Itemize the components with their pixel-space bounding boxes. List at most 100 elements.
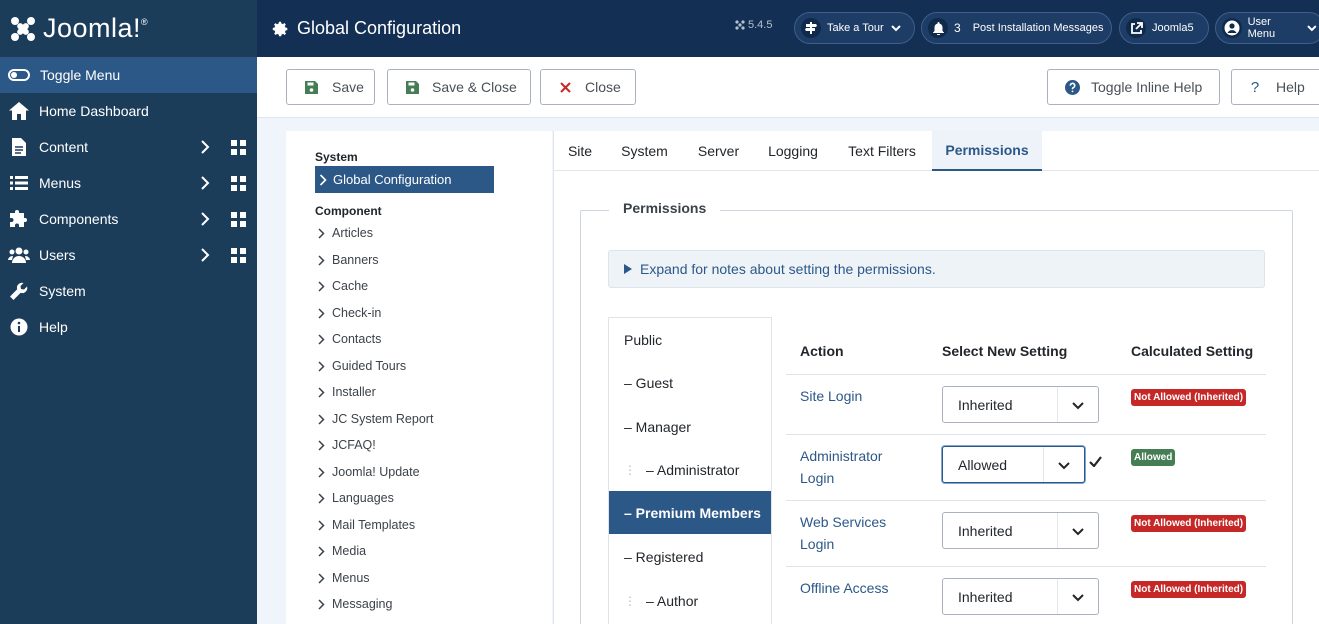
chevron-down-icon <box>1058 462 1070 470</box>
nav-item-component[interactable]: Media <box>318 544 366 558</box>
setting-select[interactable]: Allowed <box>942 446 1085 483</box>
site-link-button[interactable]: Joomla5 <box>1119 12 1209 44</box>
tab-system[interactable]: System <box>606 131 683 171</box>
version-label: 5.4.5 <box>735 19 772 31</box>
toolbar: Save Save & Close Close Toggle Inline He… <box>257 57 1319 118</box>
status-badge: Not Allowed (Inherited) <box>1131 389 1247 406</box>
sidebar-item-content[interactable]: Content <box>0 129 257 165</box>
sidebar-item-home-dashboard[interactable]: Home Dashboard <box>0 93 257 129</box>
nav-item-component[interactable]: Cache <box>318 279 368 293</box>
user-menu-button[interactable]: User Menu <box>1215 12 1319 44</box>
tab-site[interactable]: Site <box>554 131 606 171</box>
file-icon <box>8 138 30 156</box>
nav-item-component[interactable]: Installer <box>318 385 376 399</box>
chevron-right-icon[interactable] <box>200 248 210 262</box>
dashboard-grid-icon[interactable] <box>231 212 246 227</box>
dashboard-grid-icon[interactable] <box>231 140 246 155</box>
close-button[interactable]: Close <box>540 69 636 105</box>
status-badge: Allowed <box>1131 449 1176 466</box>
dashboard-grid-icon[interactable] <box>231 176 246 191</box>
toggle-menu-button[interactable]: Toggle Menu <box>0 57 257 93</box>
chevron-right-icon <box>318 227 325 239</box>
row-divider <box>786 566 1266 567</box>
chevron-down-icon <box>890 25 901 32</box>
nav-item-component[interactable]: Mail Templates <box>318 518 415 532</box>
status-badge: Not Allowed (Inherited) <box>1131 581 1247 598</box>
nav-item-component[interactable]: Messaging <box>318 597 392 611</box>
question-circle-icon <box>1064 79 1080 95</box>
permissions-notes-toggle[interactable]: Expand for notes about setting the permi… <box>608 250 1265 288</box>
nav-item-component[interactable]: Guided Tours <box>318 359 406 373</box>
setting-select[interactable]: Inherited <box>942 386 1099 423</box>
chevron-right-icon[interactable] <box>200 140 210 154</box>
chevron-right-icon[interactable] <box>200 212 210 226</box>
help-button[interactable]: ? Help <box>1231 69 1319 105</box>
post-installation-messages-button[interactable]: 3 Post Installation Messages <box>921 12 1112 44</box>
list-icon <box>8 174 30 192</box>
nav-item-global-configuration[interactable]: Global Configuration <box>315 166 494 193</box>
chevron-down-icon <box>1072 528 1084 536</box>
nav-item-component[interactable]: Check-in <box>318 306 381 320</box>
joomla-logo-icon <box>11 16 35 41</box>
action-label: Web Services Login <box>800 514 887 552</box>
setting-select[interactable]: Inherited <box>942 578 1099 615</box>
nav-item-component[interactable]: Contacts <box>318 332 381 346</box>
puzzle-icon <box>8 210 30 228</box>
sidebar-item-users[interactable]: Users <box>0 237 257 273</box>
group-guest[interactable]: – Guest <box>609 361 771 404</box>
chevron-right-icon <box>318 598 325 610</box>
gear-icon <box>272 21 288 36</box>
nav-item-component[interactable]: JC System Report <box>318 412 433 426</box>
nav-item-component[interactable]: JCFAQ! <box>318 438 376 452</box>
group-premium-members[interactable]: – Premium Members <box>609 491 771 534</box>
group-registered[interactable]: – Registered <box>609 535 771 578</box>
group-manager[interactable]: – Manager <box>609 405 771 448</box>
component-list: System Global Configuration Component Ar… <box>286 131 552 624</box>
nav-item-component[interactable]: Menus <box>318 571 370 585</box>
tab-logging[interactable]: Logging <box>754 131 832 171</box>
take-tour-button[interactable]: Take a Tour <box>794 12 915 44</box>
save-button[interactable]: Save <box>286 69 375 105</box>
row-divider <box>786 500 1266 501</box>
tab-permissions[interactable]: Permissions <box>932 131 1042 171</box>
chevron-down-icon <box>1307 25 1317 32</box>
tab-text-filters[interactable]: Text Filters <box>832 131 932 171</box>
chevron-right-icon <box>318 254 325 266</box>
chevron-down-icon <box>1072 402 1084 410</box>
nav-item-component[interactable]: Languages <box>318 491 394 505</box>
nav-item-component[interactable]: Articles <box>318 226 373 240</box>
setting-select[interactable]: Inherited <box>942 512 1099 549</box>
triangle-right-icon <box>624 264 632 274</box>
sidebar-item-system[interactable]: System <box>0 273 257 309</box>
question-icon: ? <box>1250 78 1260 96</box>
nav-item-component[interactable]: Banners <box>318 253 379 267</box>
permissions-legend: Permissions <box>609 200 721 216</box>
toggle-icon <box>8 69 30 81</box>
nav-item-component[interactable]: Joomla! Update <box>318 465 420 479</box>
chevron-right-icon <box>318 280 325 292</box>
messages-count: 3 <box>954 21 961 35</box>
sidebar-item-components[interactable]: Components <box>0 201 257 237</box>
group-author[interactable]: ⋮ – Author <box>609 579 771 622</box>
user-groups-list: Public – Guest – Manager ⋮ – Administrato… <box>608 317 772 624</box>
close-icon <box>559 81 571 93</box>
tab-server[interactable]: Server <box>683 131 754 171</box>
column-header-calculated: Calculated Setting <box>1131 343 1254 359</box>
chevron-right-icon[interactable] <box>200 176 210 190</box>
dashboard-grid-icon[interactable] <box>231 248 246 263</box>
bell-icon <box>928 18 948 38</box>
sidebar-item-help[interactable]: Help <box>0 309 257 345</box>
action-label: Administrator Login <box>800 448 883 486</box>
joomla-logo[interactable]: Joomla!® <box>0 0 257 57</box>
tab-bar: Site System Server Logging Text Filters … <box>554 131 1319 171</box>
toggle-inline-help-button[interactable]: Toggle Inline Help <box>1047 69 1220 105</box>
tree-indent-icon: ⋮ <box>624 593 636 608</box>
group-public[interactable]: Public <box>609 318 771 361</box>
users-icon <box>8 246 30 264</box>
signpost-icon <box>801 18 821 38</box>
checkmark-icon <box>1089 456 1102 467</box>
group-administrator[interactable]: ⋮ – Administrator <box>609 448 771 491</box>
row-divider <box>786 434 1266 435</box>
sidebar-item-menus[interactable]: Menus <box>0 165 257 201</box>
save-close-button[interactable]: Save & Close <box>387 69 531 105</box>
